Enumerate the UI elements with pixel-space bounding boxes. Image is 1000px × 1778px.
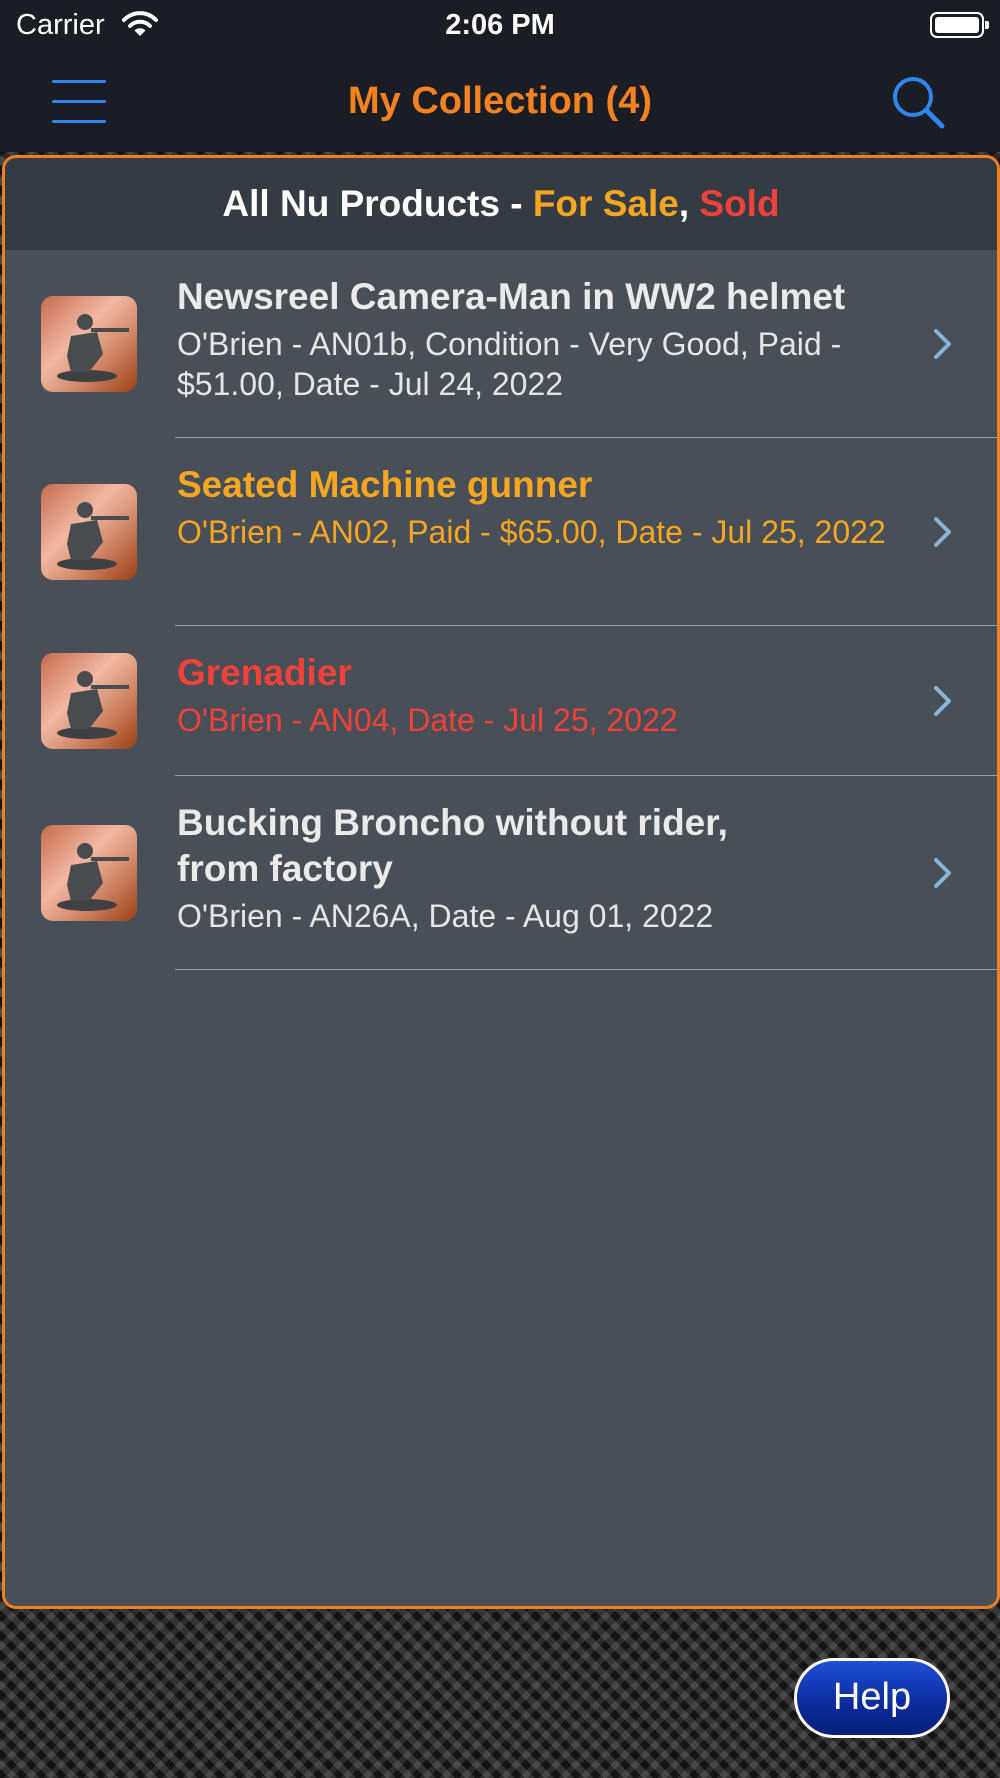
- filter-comma: ,: [678, 183, 700, 224]
- product-thumbnail: [41, 825, 137, 921]
- item-subtitle: O'Brien - AN26A, Date - Aug 01, 2022: [177, 898, 714, 934]
- soldier-figure-icon: [57, 314, 129, 382]
- filter-prefix: All Nu Products -: [222, 183, 533, 224]
- filter-sold: Sold: [699, 183, 780, 224]
- navigation-bar: My Collection (4): [0, 52, 1000, 152]
- item-text: Grenadier O'Brien - AN04, Date - Jul 25,…: [177, 650, 897, 740]
- item-title: Bucking Broncho without rider, from fact…: [177, 802, 728, 889]
- status-time: 2:06 PM: [445, 9, 555, 41]
- item-title: Grenadier: [177, 652, 352, 693]
- soldier-figure-icon: [57, 671, 129, 739]
- item-subtitle: O'Brien - AN02, Paid - $65.00, Date - Ju…: [177, 514, 886, 550]
- product-thumbnail: [41, 296, 137, 392]
- status-bar: Carrier 2:06 PM: [0, 0, 1000, 52]
- item-text: Bucking Broncho without rider, from fact…: [177, 800, 777, 936]
- list-item[interactable]: Newsreel Camera-Man in WW2 helmet O'Brie…: [5, 250, 997, 438]
- item-text: Newsreel Camera-Man in WW2 helmet O'Brie…: [177, 274, 897, 404]
- row-divider: [175, 969, 997, 970]
- filter-for-sale: For Sale: [532, 183, 679, 224]
- chevron-right-icon: [934, 686, 951, 716]
- soldier-figure-icon: [57, 843, 129, 911]
- list-item[interactable]: Grenadier O'Brien - AN04, Date - Jul 25,…: [5, 626, 997, 776]
- product-thumbnail: [41, 653, 137, 749]
- chevron-right-icon: [934, 329, 951, 359]
- filter-header[interactable]: All Nu Products - For Sale, Sold: [5, 158, 997, 250]
- collection-list: Newsreel Camera-Man in WW2 helmet O'Brie…: [5, 250, 997, 970]
- product-thumbnail: [41, 484, 137, 580]
- chevron-right-icon: [934, 858, 951, 888]
- chevron-right-icon: [934, 517, 951, 547]
- help-button[interactable]: Help: [794, 1658, 950, 1738]
- item-subtitle: O'Brien - AN04, Date - Jul 25, 2022: [177, 702, 678, 738]
- search-icon[interactable]: [890, 74, 946, 135]
- soldier-figure-icon: [57, 502, 129, 570]
- item-title: Seated Machine gunner: [177, 464, 593, 505]
- item-title: Newsreel Camera-Man in WW2 helmet: [177, 276, 846, 317]
- collection-panel: All Nu Products - For Sale, Sold Newsree…: [2, 155, 1000, 1609]
- item-subtitle: O'Brien - AN01b, Condition - Very Good, …: [177, 326, 842, 402]
- battery-icon: [930, 12, 989, 38]
- list-item[interactable]: Seated Machine gunner O'Brien - AN02, Pa…: [5, 438, 997, 626]
- item-text: Seated Machine gunner O'Brien - AN02, Pa…: [177, 462, 897, 552]
- list-item[interactable]: Bucking Broncho without rider, from fact…: [5, 776, 997, 970]
- page-title: My Collection (4): [347, 80, 653, 122]
